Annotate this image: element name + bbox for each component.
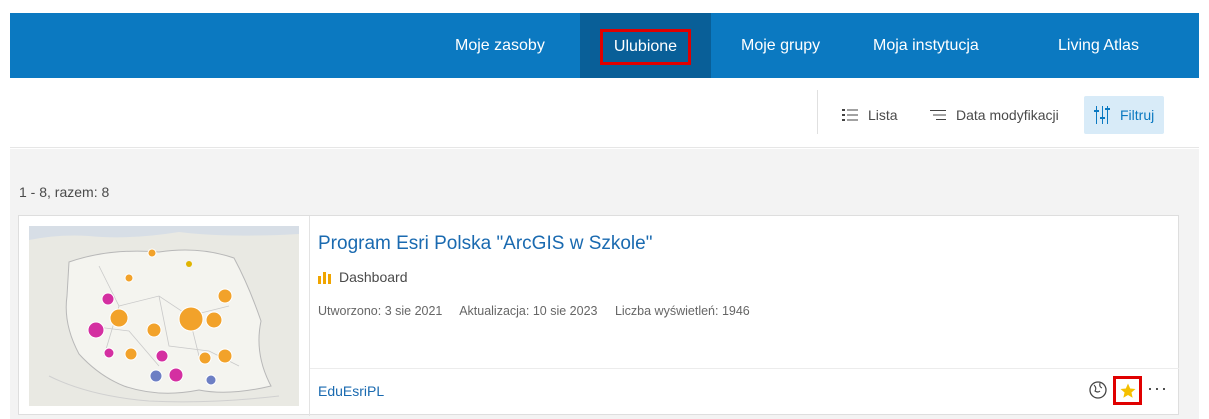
view-count: Liczba wyświetleń: 1946	[614, 304, 750, 318]
item-type: Dashboard	[318, 269, 408, 285]
list-view-button[interactable]: Lista	[842, 96, 898, 134]
item-meta: Utworzono: 3 sie 2021 Aktualizacja: 10 s…	[318, 304, 764, 318]
sort-icon	[930, 110, 946, 120]
item-title[interactable]: Program Esri Polska "ArcGIS w Szkole"	[318, 233, 652, 255]
tab-moje-grupy[interactable]: Moje grupy	[741, 13, 820, 78]
filter-sliders-icon	[1094, 106, 1110, 124]
map-thumbnail-image	[29, 226, 299, 406]
map-thumbnail[interactable]	[29, 226, 299, 406]
result-card: Program Esri Polska "ArcGIS w Szkole" Da…	[18, 215, 1179, 416]
favorite-button[interactable]	[1113, 376, 1142, 405]
results-count: 1 - 8, razem: 8	[19, 184, 110, 200]
filter-label: Filtruj	[1120, 107, 1155, 123]
list-view-label: Lista	[868, 107, 898, 123]
filter-button[interactable]: Filtruj	[1084, 96, 1165, 134]
thumbnail-divider	[309, 216, 310, 416]
tab-living-atlas[interactable]: Living Atlas	[1058, 13, 1139, 78]
item-type-label: Dashboard	[339, 269, 408, 285]
content-toolbar: Lista Data modyfikacji Filtruj	[10, 78, 1199, 148]
list-icon	[842, 109, 858, 121]
updated-date: Aktualizacja: 10 sie 2023	[459, 304, 598, 318]
card-footer-divider	[310, 368, 1179, 369]
sort-label: Data modyfikacji	[956, 107, 1059, 123]
more-options-button[interactable]: ···	[1147, 378, 1168, 399]
toolbar-divider	[817, 90, 818, 134]
dashboard-bar-icon	[318, 272, 331, 284]
sort-button[interactable]: Data modyfikacji	[930, 96, 1059, 134]
top-navigation: Moje zasoby Ulubione Moje grupy Moja ins…	[10, 13, 1199, 78]
owner-link[interactable]: EduEsriPL	[318, 383, 384, 399]
tab-moje-zasoby[interactable]: Moje zasoby	[455, 13, 545, 78]
tab-moja-instytucja[interactable]: Moja instytucja	[873, 13, 979, 78]
star-icon	[1120, 383, 1135, 398]
tab-ulubione[interactable]: Ulubione	[580, 13, 711, 78]
created-date: Utworzono: 3 sie 2021	[318, 304, 443, 318]
public-globe-icon[interactable]	[1088, 380, 1108, 400]
